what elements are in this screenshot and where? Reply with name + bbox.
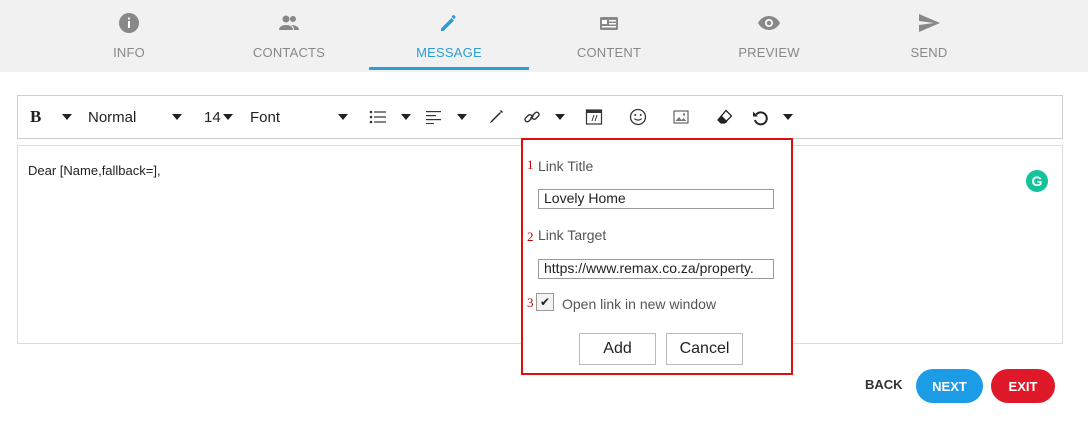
link-title-label: Link Title (538, 158, 594, 174)
step-label: PREVIEW (738, 45, 800, 60)
caret-down-icon (223, 114, 233, 120)
list-icon (369, 110, 386, 124)
link-target-label: Link Target (538, 227, 607, 243)
undo-icon (753, 111, 768, 126)
step-label: INFO (113, 45, 145, 60)
link-target-input[interactable]: https://www.remax.co.za/property. (538, 259, 774, 279)
paragraph-style-dropdown[interactable] (172, 96, 182, 138)
undo-button[interactable] (751, 96, 769, 138)
step-contacts[interactable]: CONTACTS (209, 0, 369, 72)
pencil-icon (441, 15, 457, 31)
grammarly-icon[interactable]: G (1026, 170, 1048, 192)
info-icon (119, 13, 139, 33)
caret-down-icon (783, 114, 793, 120)
link-icon (524, 111, 540, 123)
link-title-input[interactable]: Lovely Home (538, 189, 774, 209)
code-button[interactable] (585, 96, 603, 138)
align-left-icon (426, 111, 441, 124)
checkmark-icon: ✔ (539, 295, 551, 309)
code-view-icon (585, 109, 603, 125)
caret-down-icon (401, 114, 411, 120)
image-button[interactable] (672, 96, 690, 138)
next-button[interactable]: NEXT (916, 369, 983, 403)
send-icon (919, 14, 940, 32)
caret-down-icon (172, 114, 182, 120)
caret-down-icon (555, 114, 565, 120)
editor-content[interactable]: Dear [Name,fallback=], (28, 163, 161, 178)
exit-button[interactable]: EXIT (991, 369, 1055, 403)
eye-icon (758, 16, 780, 30)
cancel-link-button[interactable]: Cancel (666, 333, 743, 365)
list-dropdown[interactable] (401, 96, 411, 138)
back-button[interactable]: BACK (865, 377, 903, 392)
caret-down-icon (457, 114, 467, 120)
step-label: SEND (910, 45, 948, 60)
brush-icon (490, 110, 503, 123)
list-button[interactable] (369, 96, 387, 138)
active-step-indicator (369, 67, 529, 70)
eraser-icon (717, 109, 733, 124)
smiley-icon (629, 108, 647, 126)
font-size-dropdown[interactable] (223, 96, 233, 138)
marker-3: 3 (527, 295, 534, 310)
step-navigation: INFO CONTACTS MESSAGE CONTENT PREVIEW SE… (0, 0, 1088, 72)
marker-1: 1 (527, 157, 534, 172)
add-link-button[interactable]: Add (579, 333, 656, 365)
emoji-button[interactable] (629, 96, 647, 138)
paragraph-style-select[interactable]: Normal (88, 96, 136, 138)
clear-format-button[interactable] (716, 96, 734, 138)
font-family-select[interactable]: Font (250, 96, 280, 138)
link-dialog: 1 Link Title Lovely Home 2 Link Target h… (521, 138, 793, 375)
font-family-dropdown[interactable] (338, 96, 348, 138)
step-label: CONTENT (576, 45, 642, 60)
align-dropdown[interactable] (457, 96, 467, 138)
caret-down-icon (338, 114, 348, 120)
step-send[interactable]: SEND (849, 0, 1009, 72)
step-content[interactable]: CONTENT (529, 0, 689, 72)
align-button[interactable] (426, 96, 442, 138)
caret-down-icon (62, 114, 72, 120)
bold-button[interactable]: B (30, 96, 41, 138)
image-icon (673, 110, 689, 124)
marker-2: 2 (527, 229, 534, 244)
undo-dropdown[interactable] (783, 96, 793, 138)
step-preview[interactable]: PREVIEW (689, 0, 849, 72)
editor-toolbar: B Normal 14 Font (17, 95, 1063, 139)
bold-dropdown[interactable] (62, 96, 72, 138)
content-icon (600, 17, 618, 30)
new-window-label: Open link in new window (562, 296, 717, 312)
step-label: MESSAGE (416, 45, 482, 60)
color-button[interactable] (487, 96, 505, 138)
contacts-icon (279, 15, 299, 30)
font-size-select[interactable]: 14 (204, 96, 221, 138)
step-info[interactable]: INFO (49, 0, 209, 72)
link-button[interactable] (523, 96, 541, 138)
step-label: CONTACTS (252, 45, 326, 60)
step-message[interactable]: MESSAGE (369, 0, 529, 72)
new-window-checkbox[interactable]: ✔ (536, 293, 554, 311)
link-dropdown[interactable] (555, 96, 565, 138)
